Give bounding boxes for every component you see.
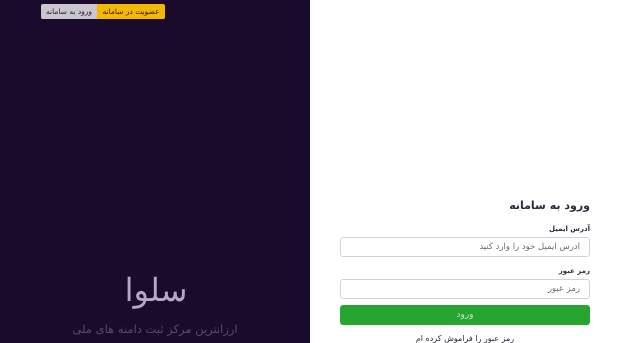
login-tab-button[interactable]: ورود به سامانه <box>41 4 97 19</box>
password-field[interactable] <box>340 279 590 299</box>
brand-panel: ورود به سامانه عضویت در سامانه سلوا ارزا… <box>0 0 310 343</box>
header-tabs: ورود به سامانه عضویت در سامانه <box>41 4 165 19</box>
form-title: ورود به سامانه <box>509 199 590 212</box>
password-label: رمز عبور <box>558 267 590 275</box>
signup-tab-button[interactable]: عضویت در سامانه <box>97 4 165 19</box>
email-label: آدرس ایمیل <box>549 225 590 233</box>
submit-button[interactable]: ورود <box>340 305 590 325</box>
forgot-password-link[interactable]: رمز عبور را فراموش کرده ام <box>340 333 590 343</box>
brand-logo: سلوا <box>98 270 214 310</box>
logo-text: سلوا <box>124 271 188 309</box>
brand-tagline: ارزانترین مرکز ثبت دامنه های ملی <box>72 322 238 336</box>
login-page: ورود به سامانه عضویت در سامانه سلوا ارزا… <box>0 0 620 343</box>
login-form: ورود به سامانه آدرس ایمیل رمز عبور ورود … <box>340 196 590 343</box>
email-field[interactable] <box>340 237 590 257</box>
